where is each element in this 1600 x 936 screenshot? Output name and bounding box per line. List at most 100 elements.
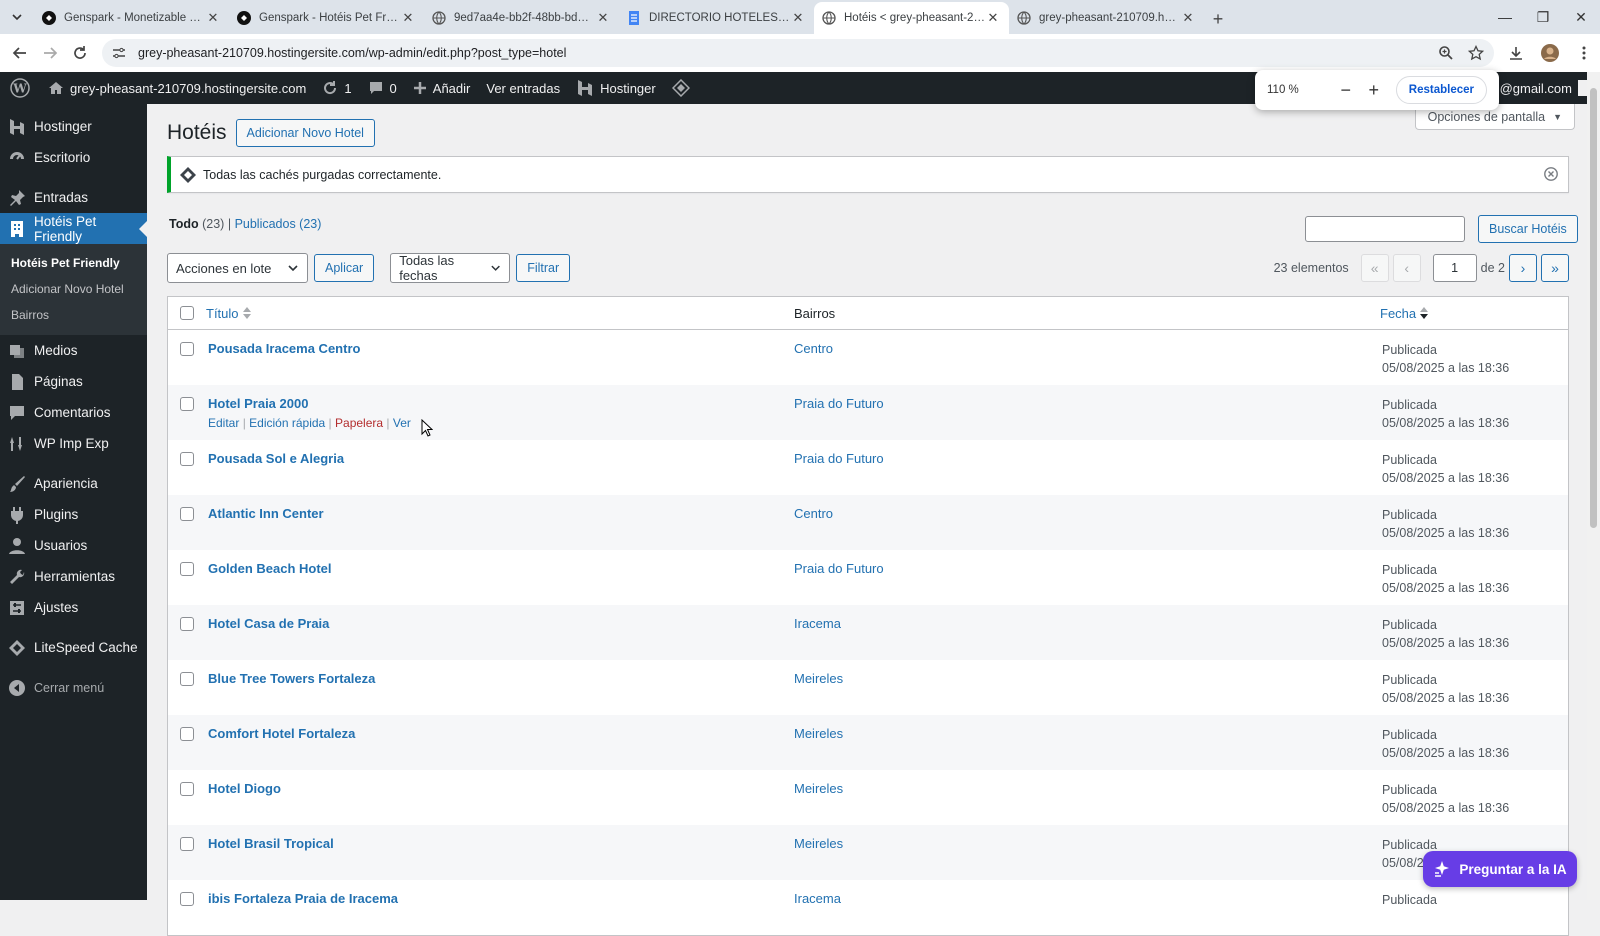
back-icon[interactable]: [6, 39, 34, 67]
submenu-item-hoteis-pet-friendly[interactable]: Hotéis Pet Friendly: [0, 250, 147, 276]
restore-icon[interactable]: ❐: [1524, 0, 1562, 34]
close-tab-icon[interactable]: ✕: [1180, 10, 1196, 26]
row-checkbox[interactable]: [180, 837, 194, 851]
hotel-title-link[interactable]: ibis Fortaleza Praia de Iracema: [208, 891, 794, 906]
browser-tab[interactable]: Hotéis < grey-pheasant-21070 ✕: [814, 2, 1009, 34]
filter-all[interactable]: Todo: [169, 217, 199, 231]
tab-search-button[interactable]: [0, 0, 34, 34]
row-checkbox[interactable]: [180, 727, 194, 741]
apply-button[interactable]: Aplicar: [314, 254, 375, 282]
bairro-link[interactable]: Meireles: [794, 836, 843, 851]
bairro-link[interactable]: Praia do Futuro: [794, 561, 884, 576]
account-link[interactable]: @gmail.com: [1500, 81, 1572, 96]
sidebar-item-entradas[interactable]: Entradas: [0, 182, 147, 213]
sidebar-item-paginas[interactable]: Páginas: [0, 366, 147, 397]
close-tab-icon[interactable]: ✕: [205, 10, 221, 26]
browser-tab[interactable]: 9ed7aa4e-bb2f-48bb-bd6e-65 ✕: [424, 3, 619, 33]
view-link[interactable]: Ver: [393, 416, 411, 430]
row-checkbox[interactable]: [180, 342, 194, 356]
last-page-button[interactable]: »: [1541, 254, 1569, 282]
zoom-reset-button[interactable]: Restablecer: [1395, 76, 1487, 104]
sidebar-item-ajustes[interactable]: Ajustes: [0, 592, 147, 623]
hotel-title-link[interactable]: Blue Tree Towers Fortaleza: [208, 671, 794, 686]
new-tab-button[interactable]: +: [1204, 4, 1232, 34]
row-checkbox[interactable]: [180, 507, 194, 521]
wp-logo-icon[interactable]: W: [0, 72, 40, 104]
minimize-icon[interactable]: —: [1486, 0, 1524, 34]
quick-edit-link[interactable]: Edición rápida: [249, 416, 325, 430]
hotel-title-link[interactable]: Hotel Brasil Tropical: [208, 836, 794, 851]
bulk-actions-select[interactable]: Acciones en lote: [167, 253, 308, 283]
close-tab-icon[interactable]: ✕: [790, 10, 806, 26]
add-new-hotel-button[interactable]: Adicionar Novo Hotel: [235, 119, 375, 147]
browser-menu-icon[interactable]: [1574, 43, 1594, 63]
litespeed-adminbar-icon[interactable]: [664, 72, 698, 104]
view-posts-link[interactable]: Ver entradas: [478, 72, 568, 104]
sidebar-item-hoteis-pet-friendly[interactable]: Hotéis Pet Friendly: [0, 213, 147, 244]
select-all-checkbox[interactable]: [180, 306, 194, 320]
search-input[interactable]: [1305, 216, 1465, 242]
row-checkbox[interactable]: [180, 892, 194, 906]
bairro-link[interactable]: Centro: [794, 341, 833, 356]
hotel-title-link[interactable]: Hotel Diogo: [208, 781, 794, 796]
browser-tab[interactable]: Genspark - Monetizable Busine✕: [34, 3, 229, 33]
sidebar-item-hostinger[interactable]: Hostinger: [0, 111, 147, 142]
filter-button[interactable]: Filtrar: [516, 254, 571, 282]
submenu-item-adicionar-novo-hotel[interactable]: Adicionar Novo Hotel: [0, 276, 147, 302]
sidebar-item-apariencia[interactable]: Apariencia: [0, 468, 147, 499]
site-settings-icon[interactable]: [112, 46, 128, 60]
search-hotels-button[interactable]: Buscar Hotéis: [1478, 215, 1578, 243]
close-window-icon[interactable]: ✕: [1562, 0, 1600, 34]
profile-avatar[interactable]: [1540, 43, 1560, 63]
hotel-title-link[interactable]: Pousada Iracema Centro: [208, 341, 794, 356]
close-tab-icon[interactable]: ✕: [985, 10, 1001, 26]
sidebar-item-cerrar-menu[interactable]: Cerrar menú: [0, 672, 147, 703]
updates-link[interactable]: 1: [314, 72, 359, 104]
browser-tab[interactable]: DIRECTORIO HOTELES PET FRIE✕: [619, 3, 814, 33]
date-column-header[interactable]: Fecha: [1380, 306, 1429, 321]
bairro-link[interactable]: Meireles: [794, 671, 843, 686]
hotel-title-link[interactable]: Atlantic Inn Center: [208, 506, 794, 521]
hotel-title-link[interactable]: Hotel Praia 2000: [208, 396, 794, 411]
sidebar-item-medios[interactable]: Medios: [0, 335, 147, 366]
browser-tab[interactable]: grey-pheasant-210709.hosting ✕: [1009, 3, 1204, 33]
sidebar-item-plugins[interactable]: Plugins: [0, 499, 147, 530]
hotel-title-link[interactable]: Golden Beach Hotel: [208, 561, 794, 576]
row-checkbox[interactable]: [180, 782, 194, 796]
site-name-link[interactable]: grey-pheasant-210709.hostingersite.com: [40, 72, 314, 104]
scrollbar-thumb[interactable]: [1590, 88, 1597, 528]
bookmark-star-icon[interactable]: [1468, 45, 1484, 61]
page-scrollbar[interactable]: [1587, 72, 1600, 900]
browser-tab[interactable]: Genspark - Hotéis Pet Friendly✕: [229, 3, 424, 33]
row-checkbox[interactable]: [180, 397, 194, 411]
address-bar[interactable]: grey-pheasant-210709.hostingersite.com/w…: [102, 39, 1494, 67]
hostinger-link[interactable]: Hostinger: [568, 72, 664, 104]
trash-link[interactable]: Papelera: [335, 416, 383, 430]
ask-ai-button[interactable]: Preguntar a la IA: [1423, 851, 1577, 887]
bairro-link[interactable]: Praia do Futuro: [794, 451, 884, 466]
dismiss-notice-icon[interactable]: [1544, 167, 1558, 181]
add-new-link[interactable]: Añadir: [405, 72, 479, 104]
hotel-title-link[interactable]: Hotel Casa de Praia: [208, 616, 794, 631]
edit-link[interactable]: Editar: [208, 416, 239, 430]
close-tab-icon[interactable]: ✕: [595, 10, 611, 26]
current-page-input[interactable]: 1: [1432, 254, 1477, 282]
bairro-link[interactable]: Praia do Futuro: [794, 396, 884, 411]
row-checkbox[interactable]: [180, 452, 194, 466]
comments-link[interactable]: 0: [360, 72, 405, 104]
sidebar-item-litespeed-cache[interactable]: LiteSpeed Cache: [0, 632, 147, 663]
sidebar-item-herramientas[interactable]: Herramientas: [0, 561, 147, 592]
download-icon[interactable]: [1506, 43, 1526, 63]
bairro-link[interactable]: Centro: [794, 506, 833, 521]
hotel-title-link[interactable]: Comfort Hotel Fortaleza: [208, 726, 794, 741]
sidebar-item-comentarios[interactable]: Comentarios: [0, 397, 147, 428]
bairro-link[interactable]: Meireles: [794, 726, 843, 741]
row-checkbox[interactable]: [180, 617, 194, 631]
bairro-link[interactable]: Meireles: [794, 781, 843, 796]
zoom-out-button[interactable]: −: [1332, 76, 1360, 104]
next-page-button[interactable]: ›: [1509, 254, 1537, 282]
bairro-link[interactable]: Iracema: [794, 616, 841, 631]
hotel-title-link[interactable]: Pousada Sol e Alegria: [208, 451, 794, 466]
row-checkbox[interactable]: [180, 562, 194, 576]
submenu-item-bairros[interactable]: Bairros: [0, 302, 147, 328]
